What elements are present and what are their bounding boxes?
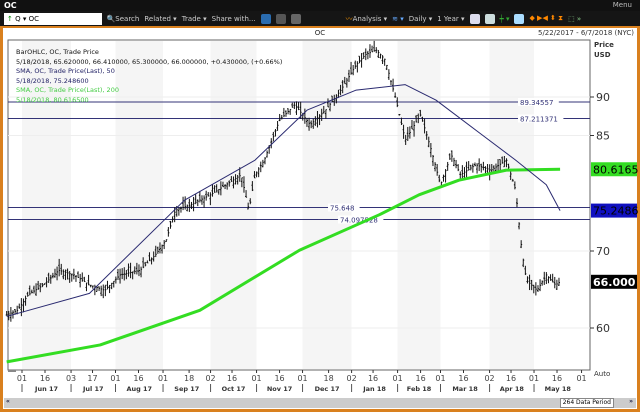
x-tick-label: 01: [110, 374, 120, 383]
y-axis-unit: USD: [594, 51, 611, 59]
x-tick-label: 16: [458, 374, 468, 383]
month-label: Jun 17: [34, 385, 58, 393]
month-label: Nov 17: [267, 385, 292, 393]
x-tick-label: 16: [506, 374, 516, 383]
month-label: Dec 17: [315, 385, 340, 393]
x-tick-label: 17: [87, 374, 97, 383]
x-tick-label: 18: [184, 374, 194, 383]
month-band: [534, 41, 582, 369]
legend-bars-values: 5/18/2018, 65.620000, 66.410000, 65.3000…: [16, 57, 283, 66]
x-tick-label: 02: [205, 374, 215, 383]
x-tick-label: 01: [576, 374, 586, 383]
level-label: 75.648: [330, 205, 355, 213]
month-label: Jul 17: [82, 385, 104, 393]
level-label: 87.211371: [520, 115, 558, 123]
month-label: Jan 18: [362, 385, 386, 393]
month-label: Apr 18: [500, 385, 525, 393]
month-band: [489, 41, 535, 369]
last-value-label: 66.000: [593, 276, 636, 289]
legend-bars-title: BarOHLC, OC, Trade Price: [16, 48, 99, 56]
scroll-start-icon[interactable]: «: [6, 398, 10, 405]
month-label: Feb 18: [407, 385, 432, 393]
x-tick-label: 16: [133, 374, 143, 383]
x-axis-marker: [8, 370, 16, 372]
x-tick-label: 02: [484, 374, 494, 383]
time-scrollbar[interactable]: « 264 Data Period »: [4, 398, 636, 408]
scroll-end-icon[interactable]: »: [629, 398, 633, 405]
y-tick-label: 90: [596, 91, 610, 104]
month-label: Aug 17: [126, 385, 152, 393]
month-band: [397, 41, 441, 369]
x-tick-label: 01: [435, 374, 445, 383]
x-tick-label: 16: [227, 374, 237, 383]
last-value-label: 75.2486: [593, 205, 639, 218]
y-tick-label: 85: [596, 130, 610, 143]
x-tick-label: 16: [274, 374, 284, 383]
x-tick-label: 02: [347, 374, 357, 383]
auto-scale-button: Auto: [594, 370, 610, 378]
y-tick-label: 60: [596, 322, 610, 335]
level-label: 89.34557: [520, 99, 553, 107]
data-period-label: 264 Data Period: [559, 398, 614, 408]
legend-sma50-title: SMA, OC, Trade Price(Last), 50: [16, 67, 115, 75]
x-tick-label: 16: [40, 374, 50, 383]
x-tick-label: 01: [297, 374, 307, 383]
ohlc-bar: [5, 311, 8, 316]
y-axis-label: Price: [594, 41, 614, 49]
x-tick-label: 01: [251, 374, 261, 383]
x-tick-label: 03: [66, 374, 76, 383]
x-tick-label: 01: [392, 374, 402, 383]
x-tick-label: 16: [368, 374, 378, 383]
x-tick-label: 16: [415, 374, 425, 383]
x-tick-label: 18: [324, 374, 334, 383]
y-tick-label: 70: [596, 245, 610, 258]
month-label: Oct 17: [222, 385, 246, 393]
legend: BarOHLC, OC, Trade Price 5/18/2018, 65.6…: [16, 48, 282, 105]
legend-sma50-value: 5/18/2018, 75.248600: [16, 76, 89, 85]
x-tick-label: 01: [17, 374, 27, 383]
legend-sma200-title: SMA, OC, Trade Price(Last), 200: [16, 86, 119, 94]
month-label: Sep 17: [174, 385, 199, 393]
month-label: May 18: [545, 385, 572, 393]
x-tick-label: 01: [529, 374, 539, 383]
legend-sma200-value: 5/18/2018, 80.616500: [16, 95, 89, 104]
x-tick-label: 16: [552, 374, 562, 383]
month-label: Mar 18: [452, 385, 478, 393]
x-tick-label: 01: [158, 374, 168, 383]
month-band: [440, 41, 490, 369]
last-value-label: 80.6165: [593, 163, 639, 176]
